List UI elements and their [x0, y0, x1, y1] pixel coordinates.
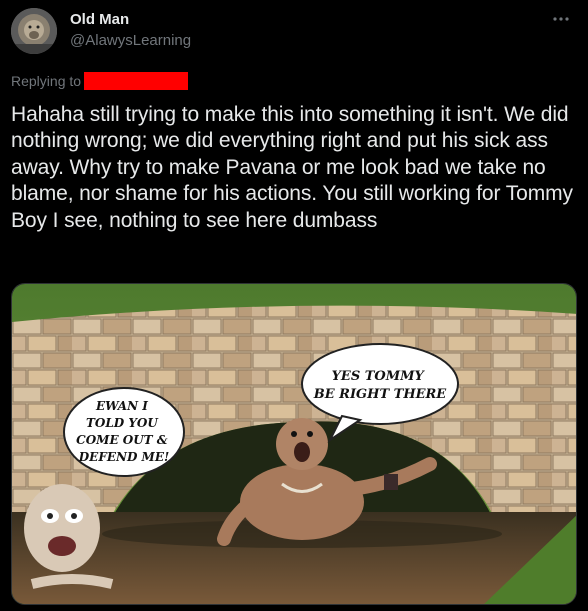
- more-horizontal-icon: [553, 17, 569, 21]
- lion-avatar-icon: [11, 8, 57, 54]
- user-handle[interactable]: @AlawysLearning: [70, 31, 191, 51]
- more-options-button[interactable]: [548, 6, 574, 32]
- display-name[interactable]: Old Man: [70, 11, 191, 29]
- redacted-username[interactable]: [84, 72, 189, 90]
- tweet: Old Man @AlawysLearning Replying to Haha…: [0, 0, 588, 611]
- tweet-text: Hahaha still trying to make this into so…: [11, 103, 573, 232]
- replying-to: Replying to: [11, 72, 189, 90]
- avatar[interactable]: [11, 8, 57, 54]
- replying-to-label: Replying to: [11, 73, 82, 89]
- meme-image: EWAN I TOLD YOU COME OUT & DEFEND ME! YE…: [12, 284, 576, 604]
- tweet-image[interactable]: EWAN I TOLD YOU COME OUT & DEFEND ME! YE…: [11, 283, 577, 605]
- author-info: Old Man @AlawysLearning: [70, 11, 191, 51]
- speech-bubble-left: EWAN I TOLD YOU COME OUT & DEFEND ME!: [63, 387, 185, 477]
